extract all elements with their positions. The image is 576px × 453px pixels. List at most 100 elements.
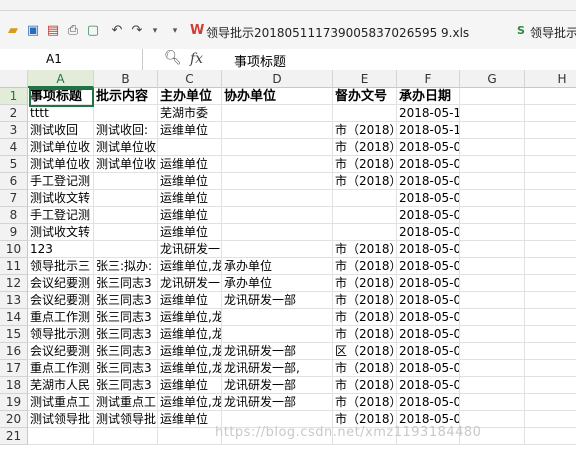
row-header-3[interactable]: 3 [0, 122, 28, 139]
row-header-13[interactable]: 13 [0, 292, 28, 309]
cell-a19[interactable]: 测试重点工 [28, 394, 94, 411]
column-header-c[interactable]: C [158, 70, 222, 88]
cell-e12[interactable]: 市（2018） [333, 275, 397, 292]
cell-e8[interactable] [333, 207, 397, 224]
cell-a6[interactable]: 手工登记测 [28, 173, 94, 190]
cell-b9[interactable] [94, 224, 158, 241]
cell-e7[interactable] [333, 190, 397, 207]
cell-e10[interactable]: 市（2018） [333, 241, 397, 258]
cell-b7[interactable] [94, 190, 158, 207]
cell-c5[interactable]: 运维单位 [158, 156, 222, 173]
cell-g14[interactable] [460, 309, 525, 326]
cell-f3[interactable]: 2018-05-10 [397, 122, 460, 139]
cell-g4[interactable] [460, 139, 525, 156]
cell-b18[interactable]: 张三同志3 [94, 377, 158, 394]
row-header-20[interactable]: 20 [0, 411, 28, 428]
row-header-5[interactable]: 5 [0, 156, 28, 173]
row-header-12[interactable]: 12 [0, 275, 28, 292]
cell-b19[interactable]: 测试重点工 [94, 394, 158, 411]
cell-b3[interactable]: 测试收回: [94, 122, 158, 139]
cell-d3[interactable] [222, 122, 333, 139]
cell-b15[interactable]: 张三同志3 [94, 326, 158, 343]
toolbar-more-icon[interactable]: ▾ [168, 24, 182, 38]
cell-d12[interactable]: 承办单位 [222, 275, 333, 292]
cell-b6[interactable] [94, 173, 158, 190]
cell-c8[interactable]: 运维单位 [158, 207, 222, 224]
cell-c3[interactable]: 运维单位 [158, 122, 222, 139]
cell-c13[interactable]: 运维单位 [158, 292, 222, 309]
print-icon[interactable]: ⎙ [66, 24, 80, 38]
cell-d6[interactable] [222, 173, 333, 190]
cell-c9[interactable]: 运维单位 [158, 224, 222, 241]
cell-e1[interactable]: 督办文号 [333, 88, 397, 105]
cell-h13[interactable] [525, 292, 576, 309]
save-icon[interactable]: ▣ [26, 24, 40, 38]
cell-b2[interactable] [94, 105, 158, 122]
cell-g15[interactable] [460, 326, 525, 343]
cell-b10[interactable] [94, 241, 158, 258]
cell-e3[interactable]: 市（2018） [333, 122, 397, 139]
cell-d19[interactable]: 龙讯研发一部 [222, 394, 333, 411]
cell-f10[interactable]: 2018-05-07 [397, 241, 460, 258]
cell-d13[interactable]: 龙讯研发一部 [222, 292, 333, 309]
cell-h12[interactable] [525, 275, 576, 292]
cell-g19[interactable] [460, 394, 525, 411]
column-header-g[interactable]: G [460, 70, 525, 88]
spreadsheet-grid[interactable]: A B C D E F G H 1 2 3 4 5 6 7 8 9 10 11 12 13 14 15 16 17 18 19 20 2… [0, 70, 576, 453]
cell-h14[interactable] [525, 309, 576, 326]
fx-icon[interactable]: fx [190, 51, 203, 67]
cell-g16[interactable] [460, 343, 525, 360]
cell-h16[interactable] [525, 343, 576, 360]
cell-a4[interactable]: 测试单位收 [28, 139, 94, 156]
cell-h9[interactable] [525, 224, 576, 241]
cell-a17[interactable]: 重点工作测 [28, 360, 94, 377]
cell-d11[interactable]: 承办单位 [222, 258, 333, 275]
cell-c18[interactable]: 运维单位 [158, 377, 222, 394]
cell-c17[interactable]: 运维单位,龙 [158, 360, 222, 377]
cell-f18[interactable]: 2018-05-05 [397, 377, 460, 394]
cell-h10[interactable] [525, 241, 576, 258]
export-pdf-icon[interactable]: ▤ [46, 24, 60, 38]
row-header-1[interactable]: 1 [0, 88, 28, 105]
column-header-d[interactable]: D [222, 70, 333, 88]
column-header-h[interactable]: H [525, 70, 576, 88]
cell-f8[interactable]: 2018-05-07 [397, 207, 460, 224]
cell-g9[interactable] [460, 224, 525, 241]
cell-b17[interactable]: 张三同志3 [94, 360, 158, 377]
cell-b21[interactable] [94, 428, 158, 445]
cell-h2[interactable] [525, 105, 576, 122]
cell-c15[interactable]: 运维单位,龙 [158, 326, 222, 343]
cell-d18[interactable]: 龙讯研发一部 [222, 377, 333, 394]
cell-h5[interactable] [525, 156, 576, 173]
cell-c19[interactable]: 运维单位,龙 [158, 394, 222, 411]
cell-g17[interactable] [460, 360, 525, 377]
cell-g13[interactable] [460, 292, 525, 309]
cell-d5[interactable] [222, 156, 333, 173]
cell-a2[interactable]: tttt [28, 105, 94, 122]
cell-b4[interactable]: 测试单位收 [94, 139, 158, 156]
cell-b14[interactable]: 张三同志3 [94, 309, 158, 326]
cell-e5[interactable]: 市（2018） [333, 156, 397, 173]
cell-c6[interactable]: 运维单位 [158, 173, 222, 190]
cell-d10[interactable] [222, 241, 333, 258]
zoom-icon[interactable]: 🔍︎ [164, 50, 182, 66]
cell-d17[interactable]: 龙讯研发一部, [222, 360, 333, 377]
cell-b1[interactable]: 批示内容 [94, 88, 158, 105]
cell-h4[interactable] [525, 139, 576, 156]
row-header-19[interactable]: 19 [0, 394, 28, 411]
cell-g1[interactable] [460, 88, 525, 105]
cell-e11[interactable]: 市（2018） [333, 258, 397, 275]
cell-f5[interactable]: 2018-05-07 [397, 156, 460, 173]
cell-h21[interactable] [525, 428, 576, 445]
column-header-b[interactable]: B [94, 70, 158, 88]
cell-b13[interactable]: 张三同志3 [94, 292, 158, 309]
cell-d2[interactable] [222, 105, 333, 122]
cell-a3[interactable]: 测试收回 [28, 122, 94, 139]
cell-f17[interactable]: 2018-05-05 [397, 360, 460, 377]
print-preview-icon[interactable]: ▢ [86, 24, 100, 38]
cell-f13[interactable]: 2018-05-05 [397, 292, 460, 309]
cell-f16[interactable]: 2018-05-05 [397, 343, 460, 360]
cell-e19[interactable]: 市（2018） [333, 394, 397, 411]
cell-d9[interactable] [222, 224, 333, 241]
row-header-10[interactable]: 10 [0, 241, 28, 258]
